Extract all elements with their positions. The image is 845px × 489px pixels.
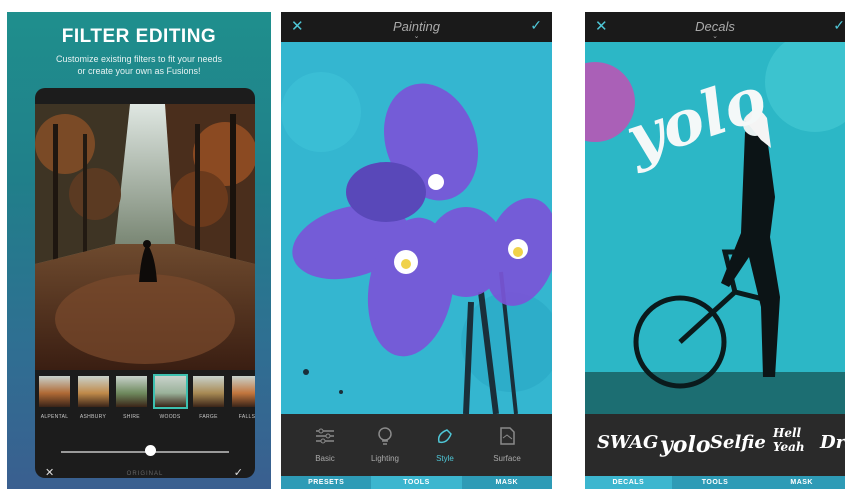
tool-basic[interactable]: Basic bbox=[295, 424, 355, 463]
filter-strip bbox=[35, 374, 255, 409]
tab-mask[interactable]: MASK bbox=[758, 476, 845, 489]
decal-strip: SWAG yolo Selfie Hell Yeah Dr... bbox=[585, 414, 845, 476]
filter-thumbnail[interactable] bbox=[77, 376, 109, 407]
chevron-down-icon[interactable]: ⌄ bbox=[281, 32, 552, 40]
tool-surface[interactable]: Surface bbox=[477, 424, 537, 463]
filter-label: FARGE bbox=[199, 414, 218, 420]
decals-topbar: ✕ Decals ⌄ ✓ bbox=[585, 12, 845, 42]
tab-tools[interactable]: TOOLS bbox=[371, 476, 462, 489]
filter-thumbnail[interactable] bbox=[193, 376, 224, 407]
decal-swag[interactable]: SWAG bbox=[597, 432, 658, 453]
phone-mockup: ALPENTAL ASHBURY SHIRE WOODS FARGE FALLS ✕ OR… bbox=[35, 88, 255, 478]
chevron-down-icon[interactable]: ⌄ bbox=[585, 32, 845, 40]
filter-label: ALPENTAL bbox=[40, 414, 69, 420]
filter-label: SHIRE bbox=[123, 414, 140, 420]
decal-partial[interactable]: Dr... bbox=[820, 432, 845, 453]
decal-selfie[interactable]: Selfie bbox=[710, 432, 766, 453]
checkmark-icon[interactable]: ✓ bbox=[234, 466, 243, 478]
tab-tools[interactable]: TOOLS bbox=[671, 476, 759, 489]
brush-icon bbox=[437, 429, 452, 444]
tab-mask[interactable]: MASK bbox=[461, 476, 552, 489]
promo-subtitle-line2: or create your own as Fusions! bbox=[77, 66, 201, 76]
filter-label: ASHBURY bbox=[79, 414, 107, 420]
filter-thumbnail[interactable] bbox=[152, 374, 188, 409]
forest-photo bbox=[35, 104, 255, 370]
tab-presets[interactable]: PRESETS bbox=[281, 476, 372, 489]
tool-label: Style bbox=[436, 454, 454, 463]
decal-hell-yeah[interactable]: Hell Yeah bbox=[773, 426, 809, 454]
slider-handle[interactable] bbox=[144, 445, 156, 456]
checkmark-icon[interactable]: ✓ bbox=[530, 17, 542, 34]
sliders-icon bbox=[316, 428, 334, 444]
promo-subtitle: Customize existing filters to fit your n… bbox=[27, 53, 251, 77]
painted-flower-image bbox=[281, 42, 552, 414]
decals-panel: ✕ Decals ⌄ ✓ yolo SWAG yolo Selfie Hell … bbox=[585, 12, 845, 489]
checkmark-icon[interactable]: ✓ bbox=[833, 17, 845, 34]
painting-topbar: ✕ Painting ⌄ ✓ bbox=[281, 12, 552, 42]
page-icon bbox=[500, 427, 515, 445]
filter-editing-panel: FILTER EDITING Customize existing filter… bbox=[7, 12, 271, 489]
filter-thumbnail[interactable] bbox=[231, 376, 255, 407]
tool-label: Surface bbox=[493, 454, 521, 463]
tab-decals[interactable]: DECALS bbox=[585, 476, 672, 489]
filter-thumbnail[interactable] bbox=[39, 376, 70, 407]
painting-tabs: PRESETS TOOLS MASK bbox=[281, 476, 552, 489]
original-button[interactable]: ORIGINAL bbox=[35, 471, 255, 477]
promo-subtitle-line1: Customize existing filters to fit your n… bbox=[55, 54, 223, 64]
filter-thumbnail[interactable] bbox=[116, 376, 147, 407]
tool-style[interactable]: Style bbox=[415, 424, 475, 463]
painting-panel: ✕ Painting ⌄ ✓ Basic Lighting Style Surf… bbox=[281, 12, 552, 489]
filter-label: WOODS bbox=[159, 414, 181, 420]
decals-tabs: DECALS TOOLS MASK bbox=[585, 476, 845, 489]
tool-label: Lighting bbox=[370, 454, 400, 463]
promo-title: FILTER EDITING bbox=[61, 26, 217, 47]
decal-yolo[interactable]: yolo bbox=[660, 432, 711, 458]
bicycle-photo: yolo bbox=[585, 42, 845, 414]
painting-tools: Basic Lighting Style Surface bbox=[281, 414, 552, 476]
tool-lighting[interactable]: Lighting bbox=[355, 424, 415, 463]
filter-label: FALLS bbox=[238, 414, 255, 420]
lightbulb-icon bbox=[378, 427, 392, 445]
tool-label: Basic bbox=[315, 454, 335, 463]
